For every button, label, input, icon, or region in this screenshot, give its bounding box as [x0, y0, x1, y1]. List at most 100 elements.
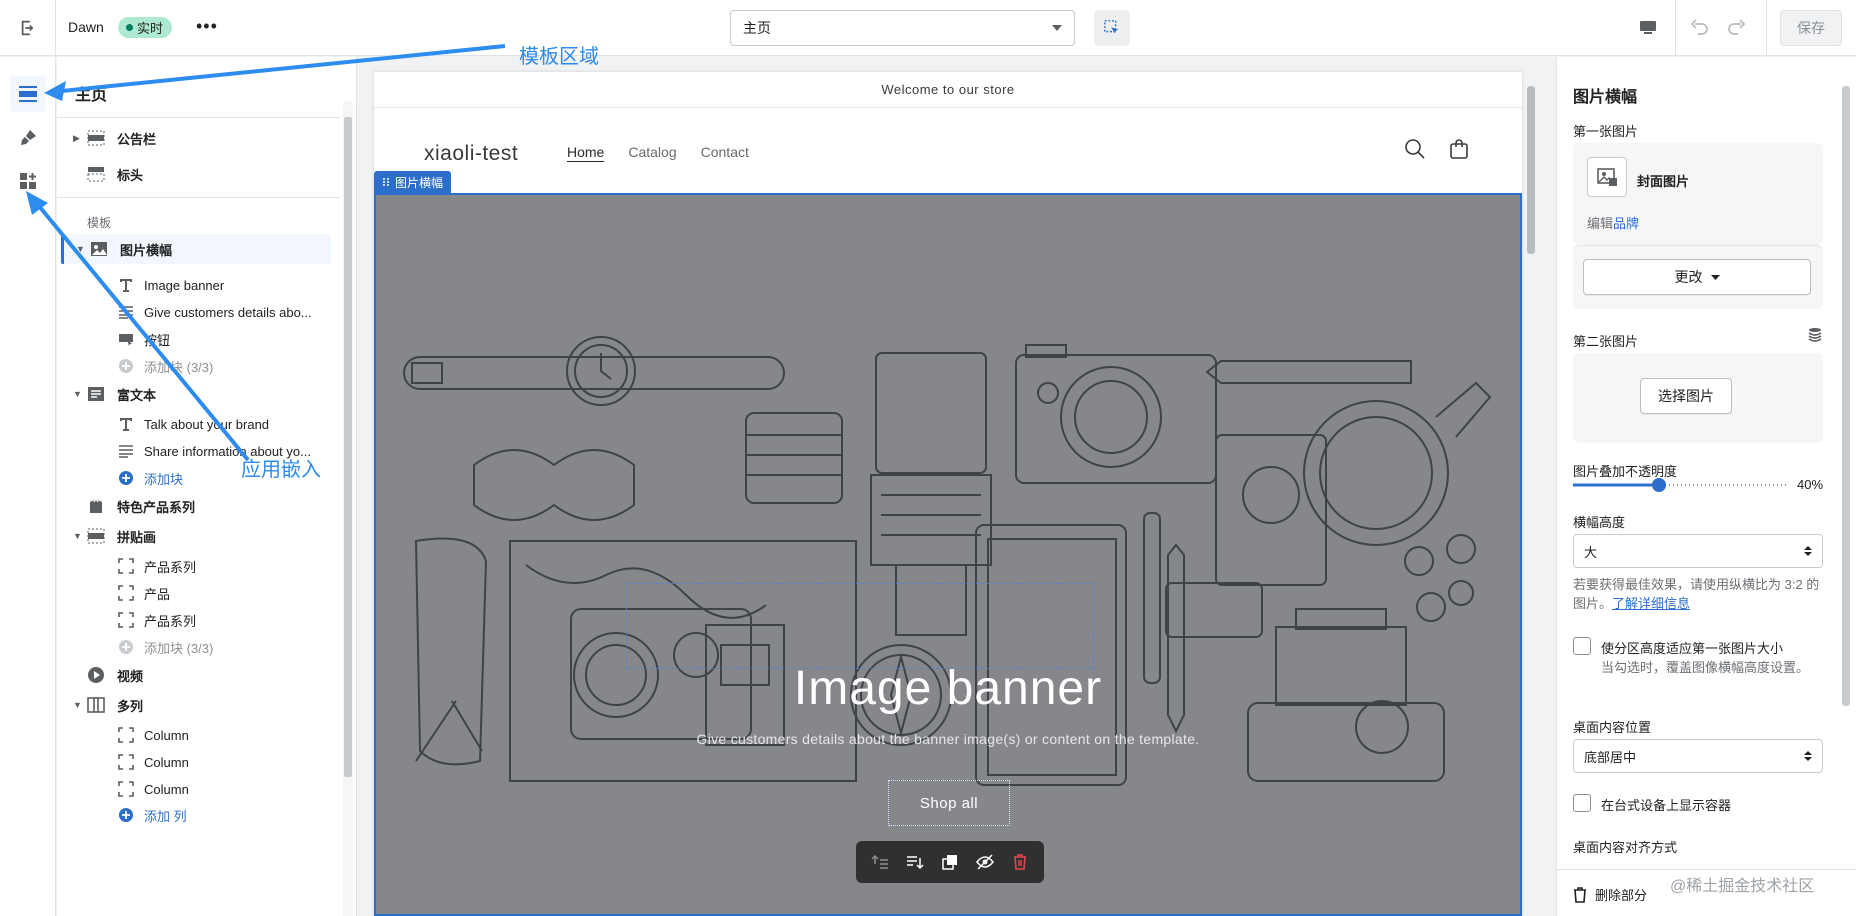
undo-button[interactable] [1686, 14, 1714, 42]
theme-settings-tab-button[interactable] [10, 120, 46, 156]
caret-down-icon [1710, 274, 1720, 280]
block-item[interactable]: Column [57, 720, 340, 750]
adapt-height-checkbox[interactable] [1573, 637, 1591, 655]
more-actions-button[interactable]: ••• [196, 16, 218, 37]
caret-down-icon: ▼ [73, 700, 82, 710]
edit-brand-link[interactable]: 品牌 [1613, 213, 1639, 232]
text-icon [117, 276, 135, 294]
duplicate-icon [942, 855, 957, 870]
app-embeds-tab-button[interactable] [10, 163, 46, 199]
rich-text-icon [87, 385, 105, 403]
desktop-view-button[interactable] [1630, 10, 1666, 46]
learn-more-link[interactable]: 了解详细信息 [1612, 596, 1690, 611]
select-element-icon [1104, 20, 1119, 34]
nav-link-home[interactable]: Home [567, 144, 604, 160]
select-arrows-icon [1804, 751, 1812, 761]
button-icon [117, 330, 135, 348]
block-item[interactable]: 产品系列 [57, 551, 340, 581]
block-label: Give customers details abo... [144, 304, 312, 320]
save-button[interactable]: 保存 [1780, 10, 1842, 46]
plus-circle-icon [117, 469, 135, 487]
block-label: Column [144, 781, 189, 797]
left-panel-scrollbar[interactable] [343, 101, 353, 916]
scrollbar-thumb[interactable] [1842, 86, 1850, 706]
exit-icon [21, 20, 33, 36]
delete-section-label: 删除部分 [1595, 888, 1648, 903]
select-arrows-icon [1804, 546, 1812, 556]
move-down-button[interactable] [904, 851, 926, 873]
frame-icon [117, 780, 135, 798]
section-collage[interactable]: ▼ 拼贴画 [57, 521, 340, 551]
block-item[interactable]: Talk about your brand [57, 409, 340, 439]
search-icon[interactable] [1404, 138, 1426, 160]
section-featured-collection[interactable]: 特色产品系列 [57, 491, 340, 521]
block-item[interactable]: 产品 [57, 578, 340, 608]
delete-button[interactable] [1009, 851, 1031, 873]
banner-heading[interactable]: Image banner [376, 661, 1520, 716]
section-image-banner[interactable]: ▼ 图片横幅 [61, 234, 331, 264]
preview-scrollbar[interactable] [1524, 72, 1538, 916]
caret-down-icon: ▼ [73, 531, 82, 541]
settings-scrollbar[interactable] [1840, 72, 1852, 862]
shop-all-button[interactable]: Shop all [888, 780, 1010, 826]
block-label: 添加块 [144, 471, 184, 487]
block-item[interactable]: Column [57, 747, 340, 777]
cart-icon[interactable] [1448, 138, 1470, 160]
second-image-card: 选择图片 [1573, 353, 1823, 443]
block-item[interactable]: Give customers details abo... [57, 297, 340, 327]
selected-section-tag[interactable]: 图片横幅 [374, 171, 452, 193]
nav-link-catalog[interactable]: Catalog [628, 144, 676, 160]
divider [1675, 0, 1676, 56]
block-item[interactable]: 按钮 [57, 324, 340, 354]
dynamic-source-icon[interactable] [1807, 327, 1823, 343]
block-label: Talk about your brand [144, 416, 270, 432]
section-label: 多列 [117, 698, 144, 714]
hide-button[interactable] [974, 851, 996, 873]
block-item[interactable]: 产品系列 [57, 605, 340, 635]
scrollbar-thumb[interactable] [1527, 86, 1535, 254]
section-multicolumn[interactable]: ▼ 多列 [57, 690, 340, 720]
section-label: 富文本 [117, 387, 157, 403]
block-label: 添加 列 [144, 808, 187, 824]
change-image-button[interactable]: 更改 [1583, 259, 1811, 295]
block-label: 产品 [144, 586, 171, 602]
section-header[interactable]: 标头 [57, 159, 340, 189]
plus-circle-icon [117, 638, 135, 656]
banner-height-help-text: 若要获得最佳效果，请使用纵横比为 3:2 的图片。 [1573, 577, 1820, 611]
add-column-button[interactable]: 添加 列 [57, 800, 340, 830]
delete-section-button[interactable]: 删除部分 [1573, 885, 1647, 904]
banner-subtitle[interactable]: Give customers details about the banner … [376, 731, 1520, 747]
banner-height-select[interactable]: 大 [1573, 534, 1823, 568]
opacity-slider[interactable] [1573, 477, 1789, 493]
annotation-app-embed: 应用嵌入 [241, 459, 321, 481]
nav-link-contact[interactable]: Contact [701, 144, 749, 160]
frame-icon [117, 584, 135, 602]
duplicate-button[interactable] [939, 851, 961, 873]
redo-button[interactable] [1722, 14, 1750, 42]
block-item[interactable]: Image banner [57, 270, 340, 300]
paragraph-icon [117, 303, 135, 321]
inspect-button[interactable] [1094, 10, 1130, 46]
second-image-label: 第二张图片 [1573, 334, 1639, 349]
brand-image-thumbnail[interactable] [1587, 157, 1627, 197]
store-logo[interactable]: xiaoli-test [424, 142, 518, 166]
block-label: 产品系列 [144, 613, 197, 629]
show-container-checkbox[interactable] [1573, 794, 1591, 812]
select-image-button[interactable]: 选择图片 [1640, 378, 1732, 414]
first-image-card: 封面图片 编辑 品牌 [1573, 143, 1823, 245]
sections-tab-button[interactable] [10, 76, 46, 112]
announcement-bar[interactable]: Welcome to our store [374, 72, 1522, 108]
exit-button[interactable] [0, 0, 56, 56]
section-video[interactable]: 视频 [57, 660, 340, 690]
scrollbar-thumb[interactable] [344, 117, 352, 777]
add-block-button-disabled: 添加块 (3/3) [57, 632, 340, 662]
frame-icon [117, 726, 135, 744]
move-up-button[interactable] [869, 851, 891, 873]
content-position-select[interactable]: 底部居中 [1573, 739, 1823, 773]
section-rich-text[interactable]: ▼ 富文本 [57, 379, 340, 409]
image-banner-section[interactable]: Image banner Give customers details abou… [374, 193, 1522, 916]
opacity-slider-handle[interactable] [1652, 478, 1666, 492]
section-announcement-bar[interactable]: ▶ 公告栏 [57, 123, 340, 153]
move-down-icon [906, 856, 924, 870]
page-selector[interactable]: 主页 [730, 10, 1075, 46]
